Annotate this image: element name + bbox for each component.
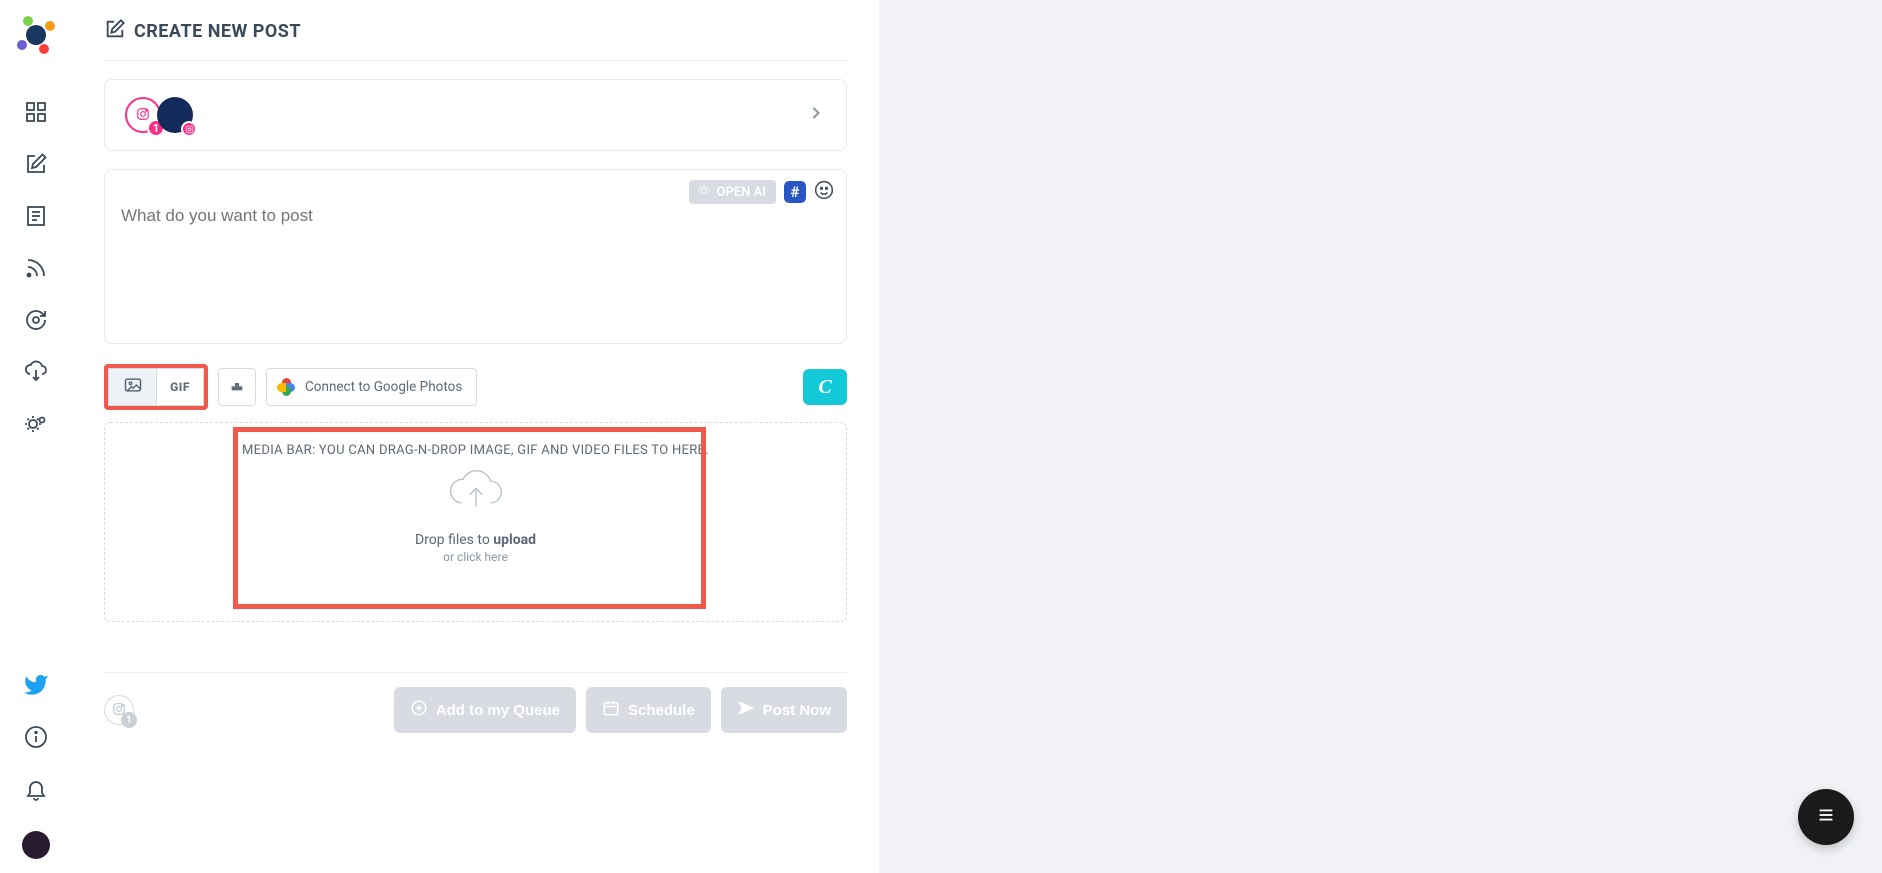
footer-account-chip[interactable]: 1 xyxy=(104,695,134,725)
dropzone-line1: Drop files to upload xyxy=(415,532,536,548)
nav-dashboard[interactable] xyxy=(24,102,48,126)
instagram-badge-icon xyxy=(181,121,197,137)
cloud-download-icon xyxy=(24,360,48,388)
chevron-right-icon xyxy=(806,103,826,127)
canva-icon: C xyxy=(818,376,831,399)
send-icon xyxy=(737,699,755,721)
cloud-upload-icon xyxy=(447,470,505,518)
nav-twitter[interactable] xyxy=(24,675,48,699)
account-avatar-2[interactable] xyxy=(157,97,193,133)
add-circle-icon xyxy=(410,699,428,721)
add-to-queue-label: Add to my Queue xyxy=(436,702,560,719)
library-icon xyxy=(229,377,245,397)
hashtag-icon: # xyxy=(791,183,800,201)
media-tab-image[interactable] xyxy=(108,368,156,406)
compose-icon xyxy=(24,152,48,180)
openai-icon xyxy=(697,183,711,201)
nav-user-avatar[interactable] xyxy=(22,831,50,859)
left-sidebar xyxy=(0,0,72,873)
nav-rss[interactable] xyxy=(24,258,48,282)
post-now-button[interactable]: Post Now xyxy=(721,687,847,733)
hashtag-button[interactable]: # xyxy=(784,181,806,203)
openai-label: OPEN AI xyxy=(717,185,766,200)
nav-notifications[interactable] xyxy=(24,779,48,803)
app-logo xyxy=(19,18,53,52)
page-title: CREATE NEW POST xyxy=(134,21,301,42)
floating-menu-button[interactable] xyxy=(1798,789,1854,845)
page-title-row: CREATE NEW POST xyxy=(104,18,847,61)
nav-download[interactable] xyxy=(24,362,48,386)
media-tabs-highlighted: GIF xyxy=(104,364,208,410)
info-icon xyxy=(24,725,48,753)
post-text-input[interactable] xyxy=(121,206,830,226)
nav-recycle[interactable] xyxy=(24,310,48,334)
image-icon xyxy=(123,375,143,399)
schedule-button[interactable]: Schedule xyxy=(586,687,711,733)
post-now-label: Post Now xyxy=(763,702,831,719)
compose-card: OPEN AI # xyxy=(104,169,847,344)
nav-settings[interactable] xyxy=(24,414,48,438)
twitter-icon xyxy=(23,672,49,702)
bell-icon xyxy=(24,777,48,805)
emoji-icon xyxy=(814,185,834,204)
nav-info[interactable] xyxy=(24,727,48,751)
compose-icon xyxy=(104,18,126,44)
document-icon xyxy=(24,204,48,232)
dropzone-line2: or click here xyxy=(443,550,508,564)
grid-icon xyxy=(24,100,48,128)
preview-panel xyxy=(879,0,1882,873)
calendar-icon xyxy=(602,699,620,721)
rss-icon xyxy=(24,256,48,284)
gif-label: GIF xyxy=(170,380,190,394)
media-tab-gif[interactable]: GIF xyxy=(156,368,204,406)
schedule-label: Schedule xyxy=(628,702,695,719)
media-toolbar: GIF Connect to Google Photos C xyxy=(104,364,847,410)
gears-icon xyxy=(24,412,48,440)
google-photos-label: Connect to Google Photos xyxy=(305,379,462,395)
dropzone-hint: MEDIA BAR: YOU CAN DRAG-N-DROP IMAGE, GI… xyxy=(242,443,709,458)
emoji-button[interactable] xyxy=(814,180,834,204)
google-photos-button[interactable]: Connect to Google Photos xyxy=(266,368,477,406)
nav-compose[interactable] xyxy=(24,154,48,178)
media-library-button[interactable] xyxy=(218,368,256,406)
account-avatar-1[interactable]: 1 xyxy=(125,97,161,133)
accounts-avatars: 1 xyxy=(125,97,193,133)
add-to-queue-button[interactable]: Add to my Queue xyxy=(394,687,576,733)
recycle-icon xyxy=(24,308,48,336)
footer-account-count: 1 xyxy=(121,712,137,728)
media-dropzone[interactable]: MEDIA BAR: YOU CAN DRAG-N-DROP IMAGE, GI… xyxy=(104,422,847,622)
footer-actions: 1 Add to my Queue Schedule Post Now xyxy=(104,687,847,733)
accounts-selector[interactable]: 1 xyxy=(104,79,847,151)
openai-button[interactable]: OPEN AI xyxy=(689,180,776,204)
main-column: CREATE NEW POST 1 xyxy=(72,0,847,873)
nav-posts[interactable] xyxy=(24,206,48,230)
menu-icon xyxy=(1815,804,1837,830)
google-photos-icon xyxy=(277,378,295,396)
canva-button[interactable]: C xyxy=(803,369,847,405)
